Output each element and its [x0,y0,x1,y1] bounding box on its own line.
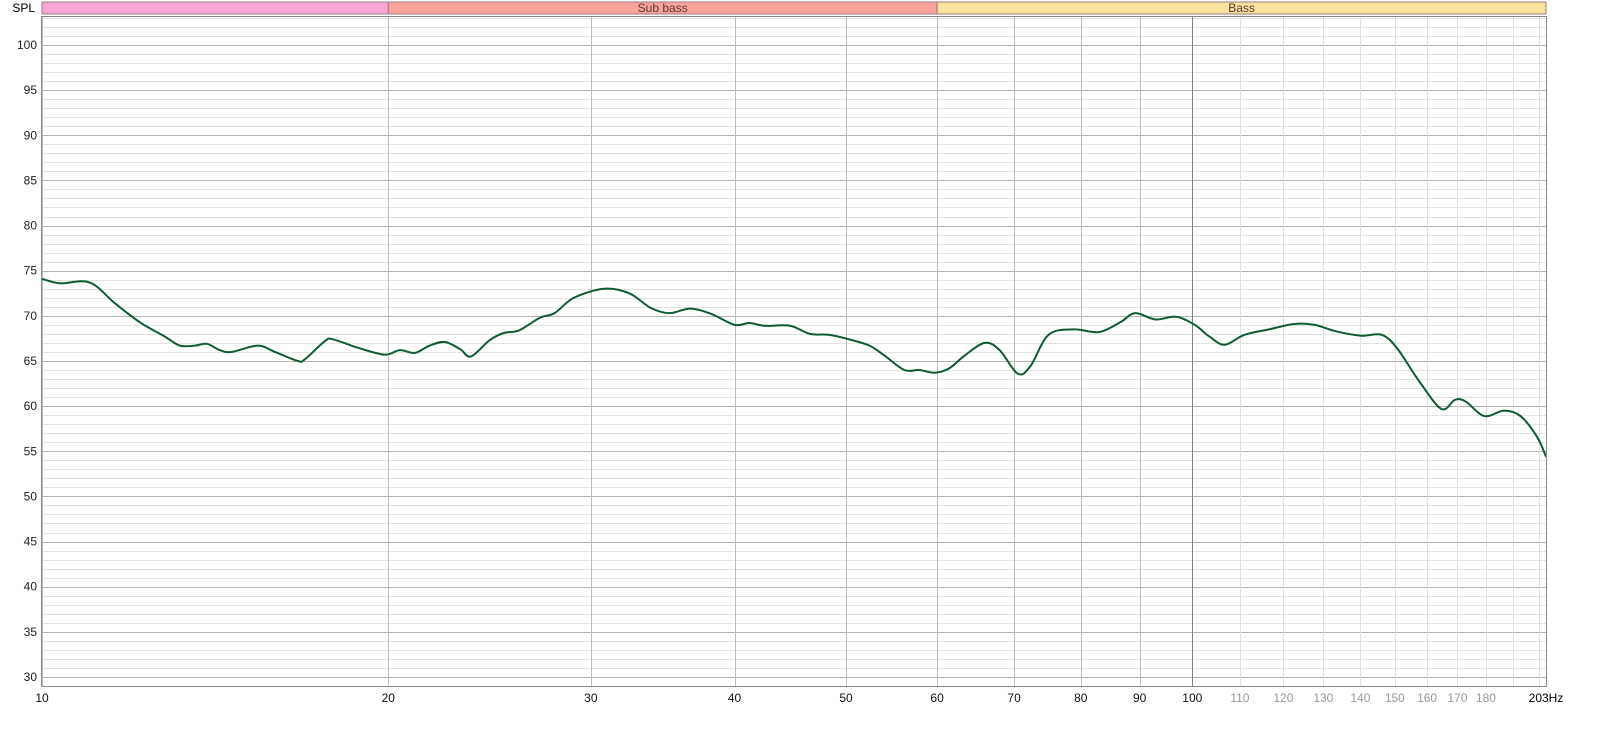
y-tick-label: 75 [24,264,38,278]
band-label: Bass [1228,1,1255,15]
y-tick-label: 60 [24,399,38,413]
y-tick-label: 40 [24,580,38,594]
x-tick-label: 60 [930,691,944,705]
y-tick-label: 45 [24,535,38,549]
x-tick-label-minor: 120 [1273,691,1293,705]
x-tick-label: 40 [728,691,742,705]
x-tick-label: 30 [584,691,598,705]
spl-curve [41,277,1547,458]
y-axis-label: SPL [12,1,35,15]
y-tick-label: 80 [24,219,38,233]
x-tick-label: 100 [1182,691,1202,705]
band-0 [41,1,389,15]
x-tick-label: 70 [1007,691,1021,705]
x-tick-label: 50 [839,691,853,705]
x-tick-label-minor: 150 [1385,691,1405,705]
x-tick-label: 90 [1133,691,1147,705]
grid [42,17,1546,687]
y-tick-label: 85 [24,173,38,187]
y-tick-label: 100 [17,38,37,52]
x-tick-label-minor: 110 [1230,691,1249,705]
x-tick-label-minor: 140 [1350,691,1370,705]
y-tick-label: 95 [24,83,38,97]
x-tick-labels: 10 20 30 40 50 60 70 80 90 100 110 120 130 140 150 160 1… [35,691,1496,705]
y-tick-label: 55 [24,444,38,458]
x-tick-label-minor: 130 [1313,691,1333,705]
x-tick-label-minor: 180 [1476,691,1496,705]
band-label: Sub bass [638,1,688,15]
x-tick-label: 20 [382,691,396,705]
y-tick-label: 30 [24,670,38,684]
y-tick-label: 65 [24,354,38,368]
x-tick-label: 80 [1074,691,1088,705]
frequency-response-chart: SPL Sub bass Bass 30 35 40 45 50 55 60 65 70 75 80 8… [12,1,1564,705]
x-tick-label: 10 [35,691,49,705]
y-tick-labels: 30 35 40 45 50 55 60 65 70 75 80 85 90 95 100 [17,38,37,684]
x-tick-label-minor: 170 [1447,691,1467,705]
frequency-bands: Sub bass Bass [41,1,1547,15]
y-tick-label: 35 [24,625,38,639]
y-tick-label: 90 [24,128,38,142]
y-tick-label: 50 [24,489,38,503]
x-end-label: 203Hz [1529,691,1564,705]
x-tick-label-minor: 160 [1417,691,1437,705]
y-tick-label: 70 [24,309,38,323]
